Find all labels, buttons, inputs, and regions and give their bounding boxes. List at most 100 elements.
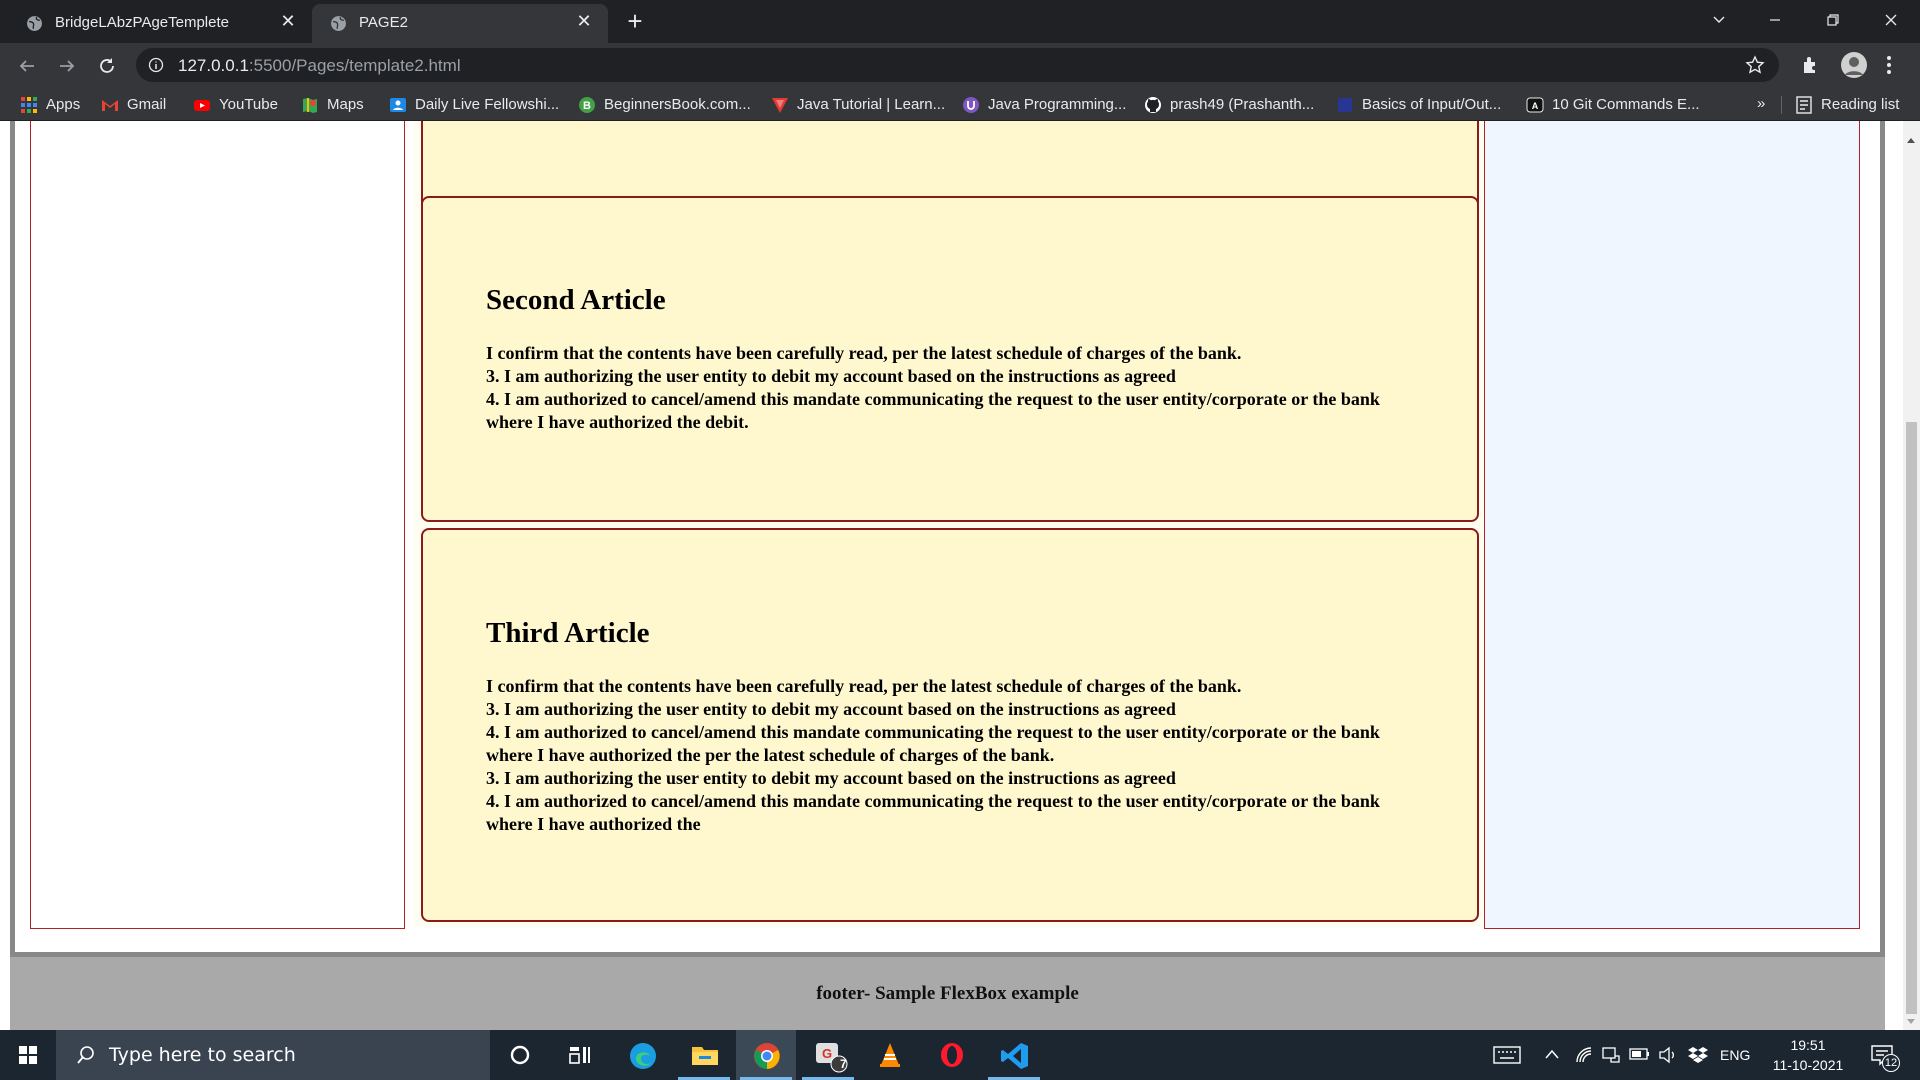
vscode-icon [1001, 1043, 1028, 1069]
bookmark-label: Basics of Input/Out... [1362, 96, 1502, 113]
minimize-button[interactable] [1752, 0, 1798, 40]
globe-icon [331, 16, 346, 31]
close-window-button[interactable] [1868, 0, 1914, 40]
tab-search-button[interactable] [1696, 0, 1742, 40]
bookmark-label: 10 Git Commands E... [1552, 96, 1700, 113]
opera-button[interactable] [922, 1030, 982, 1080]
search-placeholder: Type here to search [109, 1044, 296, 1066]
close-tab-icon[interactable]: ✕ [574, 11, 594, 31]
bookmark-label: Daily Live Fellowshi... [415, 96, 560, 113]
wifi-icon [1576, 1047, 1592, 1063]
footer-text: footer- Sample FlexBox example [816, 983, 1079, 1004]
arrow-right-icon [60, 60, 75, 72]
taskbar-clock[interactable]: 19:51 11-10-2021 [1766, 1035, 1850, 1075]
notification-count: 12 [1882, 1054, 1900, 1072]
gmail-badge: 7 [840, 1057, 847, 1071]
java-programming-icon [963, 97, 979, 113]
task-view-button[interactable] [550, 1030, 610, 1080]
bookmark-label: Java Programming... [988, 96, 1127, 113]
article-line: 3. I am authorizing the user entity to d… [486, 768, 1176, 788]
start-button[interactable] [0, 1030, 56, 1080]
scrollbar-thumb[interactable] [1906, 422, 1917, 1014]
article-line: I confirm that the contents have been ca… [486, 343, 1242, 363]
tab-page2[interactable]: PAGE2 ✕ [312, 4, 608, 43]
file-explorer-icon [692, 1047, 718, 1065]
info-icon[interactable] [148, 57, 164, 73]
restore-button[interactable] [1810, 0, 1856, 40]
browser-tab-strip: BridgeLAbzPAgeTemplete ✕ PAGE2 ✕ + [0, 0, 1920, 43]
search-icon [77, 1046, 94, 1064]
bookmark-star-icon[interactable] [1745, 55, 1765, 75]
vscode-button[interactable] [984, 1030, 1044, 1080]
reading-list-icon [1796, 96, 1812, 114]
speaker-icon [1659, 1046, 1674, 1064]
forward-button[interactable] [52, 51, 82, 81]
taskbar-search-box[interactable]: Type here to search [56, 1030, 490, 1080]
beginnersbook-icon: B [579, 97, 595, 113]
article-line: 4. I am authorized to cancel/amend this … [486, 791, 1380, 834]
url-text: 127.0.0.1:5500/Pages/template2.html [178, 56, 461, 76]
page-scrollbar[interactable] [1903, 121, 1920, 1030]
edge-button[interactable] [612, 1030, 672, 1080]
fellowship-icon [390, 98, 406, 112]
bookmark-label: Maps [327, 96, 364, 113]
article-line: 4. I am authorized to cancel/amend this … [486, 722, 1380, 765]
bookmark-label: Apps [46, 96, 81, 113]
scroll-down-arrow-icon[interactable] [1907, 1019, 1915, 1024]
vlc-button[interactable] [860, 1030, 920, 1080]
tab-title: BridgeLAbzPAgeTemplete [55, 14, 229, 31]
github-icon [1145, 97, 1161, 113]
bookmarks-overflow-button[interactable]: » [1757, 95, 1765, 115]
gmail-app-button[interactable]: G 7 [798, 1030, 858, 1080]
address-bar[interactable]: 127.0.0.1:5500/Pages/template2.html [136, 48, 1779, 82]
third-article-card: Third Article I confirm that the content… [421, 528, 1479, 922]
gmail-icon [102, 100, 118, 111]
article-line: 3. I am authorizing the user entity to d… [486, 366, 1176, 386]
opera-icon [941, 1043, 963, 1067]
minimize-icon [1770, 19, 1780, 21]
profile-avatar-icon[interactable] [1840, 51, 1868, 79]
close-tab-icon[interactable]: ✕ [278, 11, 298, 31]
extensions-icon[interactable] [1800, 54, 1822, 76]
blank-page-icon [1338, 98, 1352, 112]
bookmark-label: Java Tutorial | Learn... [797, 96, 946, 113]
windows-logo-icon [19, 1046, 37, 1064]
youtube-icon [194, 100, 210, 111]
cortana-button[interactable] [490, 1030, 550, 1080]
language-indicator[interactable]: ENG [1720, 1047, 1750, 1080]
article-body: I confirm that the contents have been ca… [486, 342, 1426, 434]
bookmark-label: prash49 (Prashanth... [1170, 96, 1315, 113]
article-line: I confirm that the contents have been ca… [486, 676, 1242, 696]
bookmark-label: Gmail [127, 96, 167, 113]
page-footer: footer- Sample FlexBox example [10, 957, 1885, 1030]
reload-icon [100, 58, 114, 73]
close-icon [1885, 14, 1897, 26]
git-commands-icon: A [1526, 97, 1544, 113]
bookmarks-divider [1781, 96, 1782, 114]
left-aside [30, 121, 405, 929]
scroll-up-arrow-icon[interactable] [1907, 138, 1915, 143]
page-viewport: Second Article I confirm that the conten… [0, 121, 1903, 1030]
globe-icon [27, 16, 42, 31]
apps-grid-icon [21, 97, 37, 113]
java-tutorial-icon [772, 98, 788, 113]
back-button[interactable] [12, 51, 42, 81]
new-tab-button[interactable]: + [621, 8, 649, 36]
chevron-down-icon [1713, 16, 1725, 23]
right-aside [1484, 121, 1860, 929]
second-article-card: Second Article I confirm that the conten… [421, 196, 1479, 522]
chrome-button[interactable] [736, 1030, 796, 1080]
bookmark-label: BeginnersBook.com... [604, 96, 751, 113]
clock-date: 11-10-2021 [1772, 1057, 1844, 1073]
article-line: 3. I am authorizing the user entity to d… [486, 699, 1176, 719]
clock-time: 19:51 [1790, 1037, 1826, 1053]
network-icon [1602, 1047, 1620, 1063]
tab-bridgelabz[interactable]: BridgeLAbzPAgeTemplete ✕ [8, 4, 312, 43]
reload-button[interactable] [92, 51, 122, 81]
overflow-label: » [1757, 95, 1766, 112]
more-menu-icon[interactable] [1886, 54, 1892, 76]
article-body: I confirm that the contents have been ca… [486, 675, 1426, 836]
restore-icon [1827, 14, 1839, 26]
file-explorer-button[interactable] [674, 1030, 734, 1080]
arrow-left-icon [19, 60, 34, 72]
